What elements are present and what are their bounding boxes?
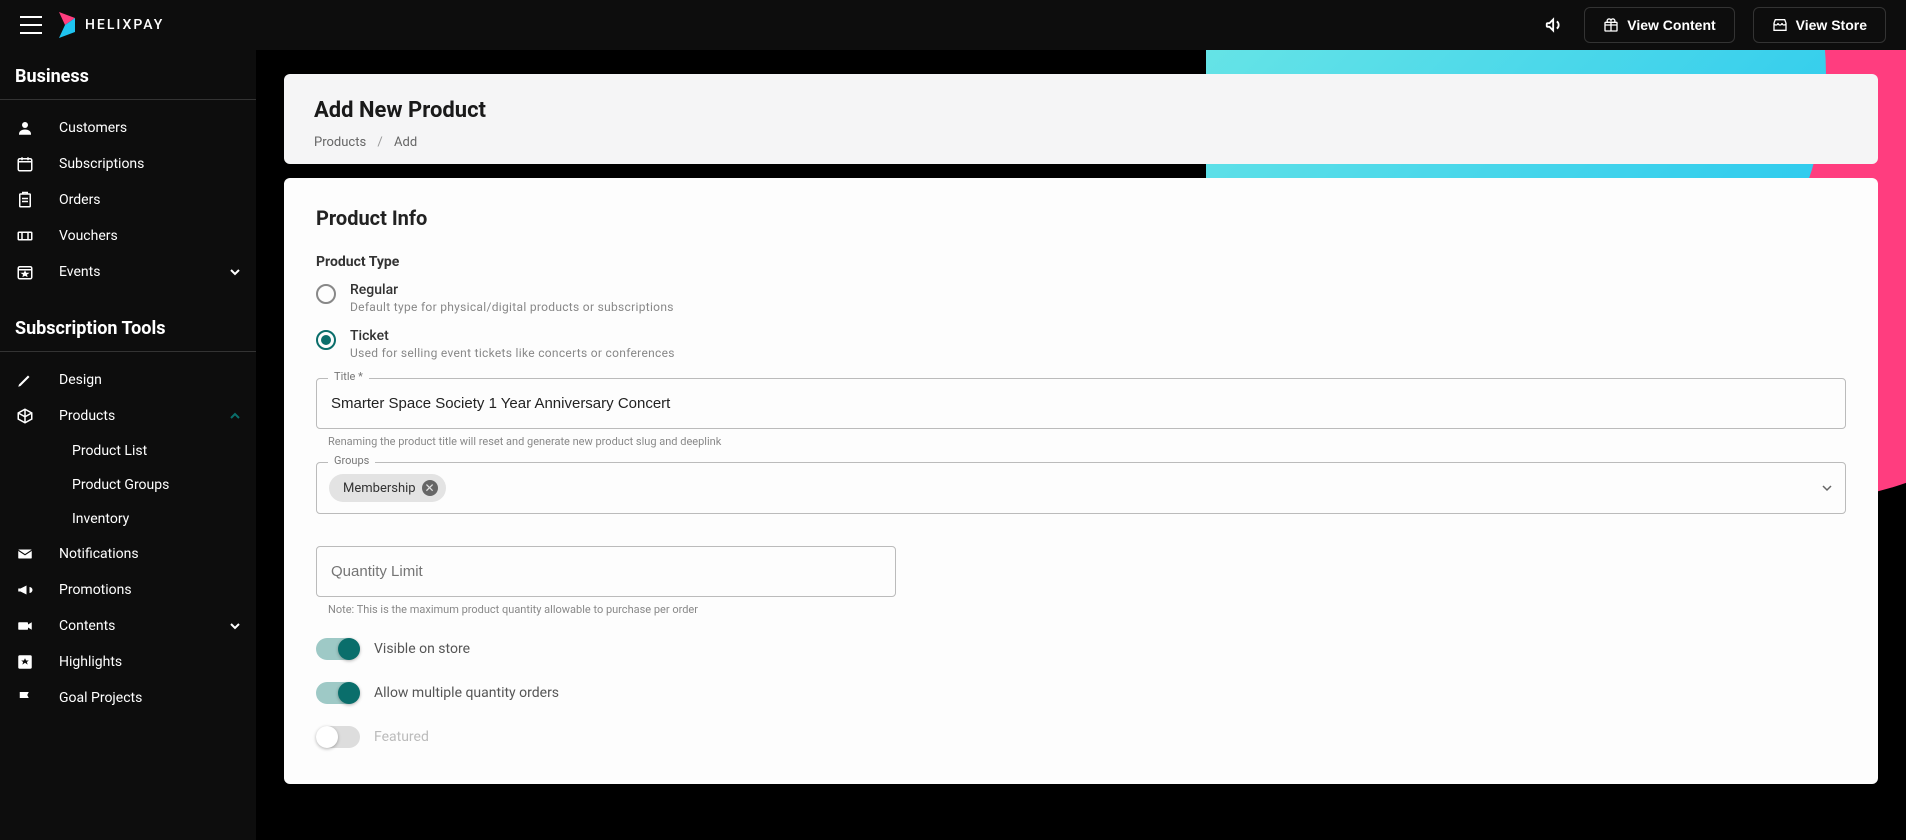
sidebar-item-vouchers[interactable]: Vouchers	[0, 218, 256, 254]
radio-button-selected-icon[interactable]	[316, 330, 336, 350]
main-content: Add New Product Products / Add Product I…	[256, 50, 1906, 840]
toggle-multiple-label: Allow multiple quantity orders	[374, 685, 559, 701]
radio-button-icon[interactable]	[316, 284, 336, 304]
calendar-icon	[15, 155, 35, 173]
sidebar-sub-product-groups[interactable]: Product Groups	[0, 468, 256, 502]
chip-remove-icon[interactable]: ✕	[422, 480, 438, 496]
video-icon	[15, 617, 35, 635]
breadcrumb: Products / Add	[314, 135, 1848, 150]
person-icon	[15, 119, 35, 137]
sidebar-section-tools: Subscription Tools	[0, 300, 256, 352]
sidebar-item-events[interactable]: Events	[0, 254, 256, 290]
sidebar-sub-product-list[interactable]: Product List	[0, 434, 256, 468]
mail-icon	[15, 545, 35, 563]
title-input[interactable]	[316, 378, 1846, 429]
store-icon	[1772, 17, 1788, 33]
brand-logo[interactable]: HELIXPAY	[57, 12, 164, 38]
group-chip-membership: Membership ✕	[329, 474, 446, 502]
title-helper: Renaming the product title will reset an…	[328, 435, 1846, 448]
title-field-wrap: Title *	[316, 378, 1846, 429]
sidebar-item-orders[interactable]: Orders	[0, 182, 256, 218]
toggle-multiple-row: Allow multiple quantity orders	[316, 682, 1846, 704]
toggle-featured-label: Featured	[374, 729, 429, 745]
announcement-icon[interactable]	[1544, 14, 1566, 36]
box-icon	[15, 407, 35, 425]
quantity-helper: Note: This is the maximum product quanti…	[328, 603, 1846, 616]
groups-field-wrap: Groups Membership ✕	[316, 462, 1846, 514]
chevron-down-icon	[229, 266, 241, 278]
sidebar-item-customers[interactable]: Customers	[0, 110, 256, 146]
gift-icon	[1603, 17, 1619, 33]
hamburger-menu-icon[interactable]	[20, 16, 42, 34]
sidebar-item-goal-projects[interactable]: Goal Projects	[0, 680, 256, 716]
breadcrumb-current: Add	[394, 135, 417, 150]
view-content-button[interactable]: View Content	[1584, 7, 1734, 43]
quantity-limit-wrap	[316, 546, 896, 597]
groups-select[interactable]: Membership ✕	[316, 462, 1846, 514]
clipboard-icon	[15, 191, 35, 209]
radio-regular[interactable]: Regular Default type for physical/digita…	[316, 282, 1846, 314]
product-type-label: Product Type	[316, 254, 1846, 270]
sidebar-sub-inventory[interactable]: Inventory	[0, 502, 256, 536]
radio-ticket[interactable]: Ticket Used for selling event tickets li…	[316, 328, 1846, 360]
star-box-icon	[15, 653, 35, 671]
sidebar-item-contents[interactable]: Contents	[0, 608, 256, 644]
dropdown-caret-icon[interactable]	[1821, 482, 1833, 494]
megaphone-icon	[15, 581, 35, 599]
topbar: HELIXPAY View Content View Store	[0, 0, 1906, 50]
logo-mark-icon	[57, 12, 77, 38]
pencil-icon	[15, 371, 35, 389]
sidebar-item-highlights[interactable]: Highlights	[0, 644, 256, 680]
brand-name: HELIXPAY	[85, 17, 164, 33]
toggle-multiple[interactable]	[316, 682, 360, 704]
section-title: Product Info	[316, 206, 1846, 230]
sidebar-section-business: Business	[0, 60, 256, 100]
title-label: Title *	[328, 370, 369, 383]
sidebar-item-products[interactable]: Products	[0, 398, 256, 434]
chevron-down-icon	[229, 620, 241, 632]
toggle-featured[interactable]	[316, 726, 360, 748]
ticket-icon	[15, 227, 35, 245]
toggle-featured-row: Featured	[316, 726, 1846, 748]
sidebar-item-subscriptions[interactable]: Subscriptions	[0, 146, 256, 182]
sidebar-item-notifications[interactable]: Notifications	[0, 536, 256, 572]
page-title: Add New Product	[314, 98, 1848, 123]
quantity-limit-input[interactable]	[316, 546, 896, 597]
page-header-card: Add New Product Products / Add	[284, 74, 1878, 164]
flag-icon	[15, 689, 35, 707]
view-store-button[interactable]: View Store	[1753, 7, 1886, 43]
calendar-star-icon	[15, 263, 35, 281]
toggle-visible[interactable]	[316, 638, 360, 660]
product-info-card: Product Info Product Type Regular Defaul…	[284, 178, 1878, 784]
toggle-visible-label: Visible on store	[374, 641, 470, 657]
sidebar-item-design[interactable]: Design	[0, 362, 256, 398]
breadcrumb-root[interactable]: Products	[314, 135, 366, 150]
sidebar-item-promotions[interactable]: Promotions	[0, 572, 256, 608]
groups-label: Groups	[328, 454, 375, 467]
chevron-up-icon	[229, 410, 241, 422]
sidebar: Business Customers Subscriptions Orders …	[0, 50, 256, 840]
toggle-visible-row: Visible on store	[316, 638, 1846, 660]
